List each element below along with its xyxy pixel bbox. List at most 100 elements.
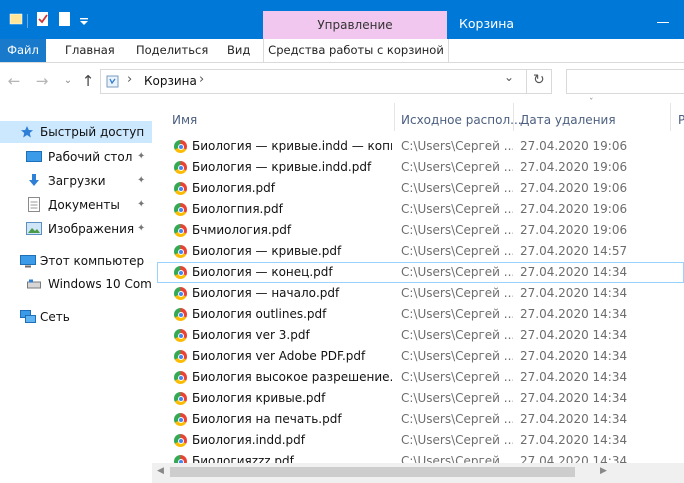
folder-icon[interactable] (9, 11, 23, 27)
chrome-icon (174, 266, 187, 279)
file-original-location: C:\Users\Сергей ... (401, 265, 513, 279)
tab-view[interactable]: Вид (227, 39, 250, 62)
breadcrumb-chevron-icon[interactable]: › (127, 72, 132, 87)
chrome-icon (174, 287, 187, 300)
tab-recycle-bin-tools[interactable]: Средства работы с корзиной (263, 39, 449, 62)
customize-toolbar-icon[interactable] (79, 17, 89, 27)
divider (27, 14, 28, 28)
table-row[interactable]: Биология — конец.pdf C:\Users\Сергей ... 2… (157, 262, 684, 283)
file-original-location: C:\Users\Сергей ... (401, 370, 513, 384)
file-original-location: C:\Users\Сергей ... (401, 307, 513, 321)
column-divider[interactable] (670, 103, 671, 131)
file-original-location: C:\Users\Сергей ... (401, 181, 513, 195)
table-row[interactable]: Биологпия.pdf C:\Users\Сергей ... 27.04.20… (157, 199, 684, 220)
file-date-deleted: 27.04.2020 14:34 (520, 286, 628, 300)
table-row[interactable]: Биология.pdf C:\Users\Сергей ... 27.04.202… (157, 178, 684, 199)
chrome-icon (174, 224, 187, 237)
sidebar-item-this-pc[interactable]: Этот компьютер (0, 250, 152, 272)
file-original-location: C:\Users\Сергей ... (401, 286, 513, 300)
column-divider[interactable] (394, 103, 395, 131)
chrome-icon (174, 182, 187, 195)
pin-icon[interactable]: ✦ (137, 194, 145, 216)
file-date-deleted: 27.04.2020 14:57 (520, 244, 628, 258)
scroll-right-icon[interactable]: ▶ (600, 466, 607, 476)
file-date-deleted: 27.04.2020 14:34 (520, 265, 628, 279)
table-row[interactable]: Биология — кривые.indd.pdf C:\Users\Серге… (157, 157, 684, 178)
file-name: Бчмиология.pdf (192, 223, 292, 237)
search-input[interactable] (566, 69, 684, 94)
recent-locations-chevron-icon[interactable]: ⌄ (60, 72, 76, 90)
scrollbar-thumb[interactable] (170, 467, 575, 477)
pin-icon[interactable]: ✦ (137, 146, 145, 168)
table-row[interactable]: Биология ver 3.pdf C:\Users\Сергей ... 27.… (157, 325, 684, 346)
chrome-icon (174, 371, 187, 384)
back-button[interactable]: ← (6, 72, 22, 90)
column-header-name[interactable]: Имя (172, 110, 197, 130)
file-name: Биология ver Adobe PDF.pdf (192, 349, 366, 363)
breadcrumb-chevron-icon[interactable]: › (199, 72, 204, 87)
manage-tab[interactable]: Управление (263, 11, 447, 39)
file-name: Биология — начало.pdf (192, 286, 340, 300)
table-row[interactable]: Биология ver Adobe PDF.pdf C:\Users\Серге… (157, 346, 684, 367)
file-original-location: C:\Users\Сергей ... (401, 412, 513, 426)
sidebar-item-label: Изображения (48, 222, 135, 236)
network-icon (20, 310, 36, 323)
table-row[interactable]: Биология высокое разрешение.p... C:\Users… (157, 367, 684, 388)
sidebar-item-label: Этот компьютер (40, 254, 145, 268)
refresh-button[interactable]: ↻ (533, 72, 545, 88)
file-date-deleted: 27.04.2020 19:06 (520, 139, 628, 153)
column-divider[interactable] (513, 103, 514, 131)
file-original-location: C:\Users\Сергей ... (401, 433, 513, 447)
properties-icon[interactable] (36, 11, 50, 27)
table-row[interactable]: Биология — кривые.pdf C:\Users\Сергей ...… (157, 241, 684, 262)
table-row[interactable]: Биология — начало.pdf C:\Users\Сергей ...… (157, 283, 684, 304)
chrome-icon (174, 350, 187, 363)
file-original-location: C:\Users\Сергей ... (401, 391, 513, 405)
file-date-deleted: 27.04.2020 14:34 (520, 433, 628, 447)
table-row[interactable]: Биология на печать.pdf C:\Users\Сергей ..… (157, 409, 684, 430)
column-header-date-deleted[interactable]: Дата удаления (520, 110, 616, 130)
sidebar-item-downloads[interactable]: Загрузки ✦ (0, 170, 152, 192)
forward-button[interactable]: → (34, 72, 50, 90)
pictures-icon (26, 222, 42, 235)
chrome-icon (174, 413, 187, 426)
pin-icon[interactable]: ✦ (137, 218, 145, 240)
column-header-original-location[interactable]: Исходное распол... (401, 110, 522, 130)
address-dropdown-icon[interactable]: ⌄ (504, 70, 514, 84)
sidebar-item-label: Рабочий стол (48, 150, 133, 164)
up-button[interactable]: ↑ (80, 72, 96, 90)
minimize-button[interactable] (652, 14, 672, 30)
tab-share[interactable]: Поделиться (136, 39, 208, 62)
file-name: Биологпия.pdf (192, 202, 283, 216)
table-row[interactable]: Бчмиология.pdf C:\Users\Сергей ... 27.04.2… (157, 220, 684, 241)
documents-icon (28, 197, 40, 212)
new-document-icon[interactable] (58, 11, 72, 27)
tab-home[interactable]: Главная (65, 39, 115, 62)
computer-icon (20, 255, 36, 268)
tab-file[interactable]: Файл (0, 39, 46, 62)
sidebar-item-pictures[interactable]: Изображения ✦ (0, 218, 152, 240)
table-row[interactable]: Биология кривые.pdf C:\Users\Сергей ... 27… (157, 388, 684, 409)
table-row[interactable]: Биология — кривые.indd — копи... C:\Users… (157, 136, 684, 157)
sidebar-item-network[interactable]: Сеть (0, 306, 152, 328)
pin-icon[interactable]: ✦ (137, 170, 145, 192)
breadcrumb[interactable]: Корзина (144, 74, 197, 88)
table-row[interactable]: Биология.indd.pdf C:\Users\Сергей ... 27.0… (157, 430, 684, 451)
download-icon (29, 174, 39, 186)
file-name: Биология — конец.pdf (192, 265, 333, 279)
sidebar-item-documents[interactable]: Документы ✦ (0, 194, 152, 216)
chrome-icon (174, 140, 187, 153)
chrome-icon (174, 161, 187, 174)
sidebar-item-label: Загрузки (48, 174, 106, 188)
file-name: Биология высокое разрешение.p... (192, 370, 392, 384)
sidebar-item-label: Быстрый доступ (40, 125, 145, 139)
file-name: Биология на печать.pdf (192, 412, 342, 426)
scroll-left-icon[interactable]: ◀ (157, 466, 164, 476)
table-row[interactable]: Биология outlines.pdf C:\Users\Сергей ...… (157, 304, 684, 325)
column-header-size[interactable]: Р (678, 110, 684, 130)
sidebar-item-desktop[interactable]: Рабочий стол ✦ (0, 146, 152, 168)
sidebar-item-drive[interactable]: Windows 10 Compa (0, 273, 152, 295)
file-original-location: C:\Users\Сергей ... (401, 160, 513, 174)
file-date-deleted: 27.04.2020 19:06 (520, 202, 628, 216)
sidebar-item-quick-access[interactable]: Быстрый доступ (0, 121, 152, 143)
